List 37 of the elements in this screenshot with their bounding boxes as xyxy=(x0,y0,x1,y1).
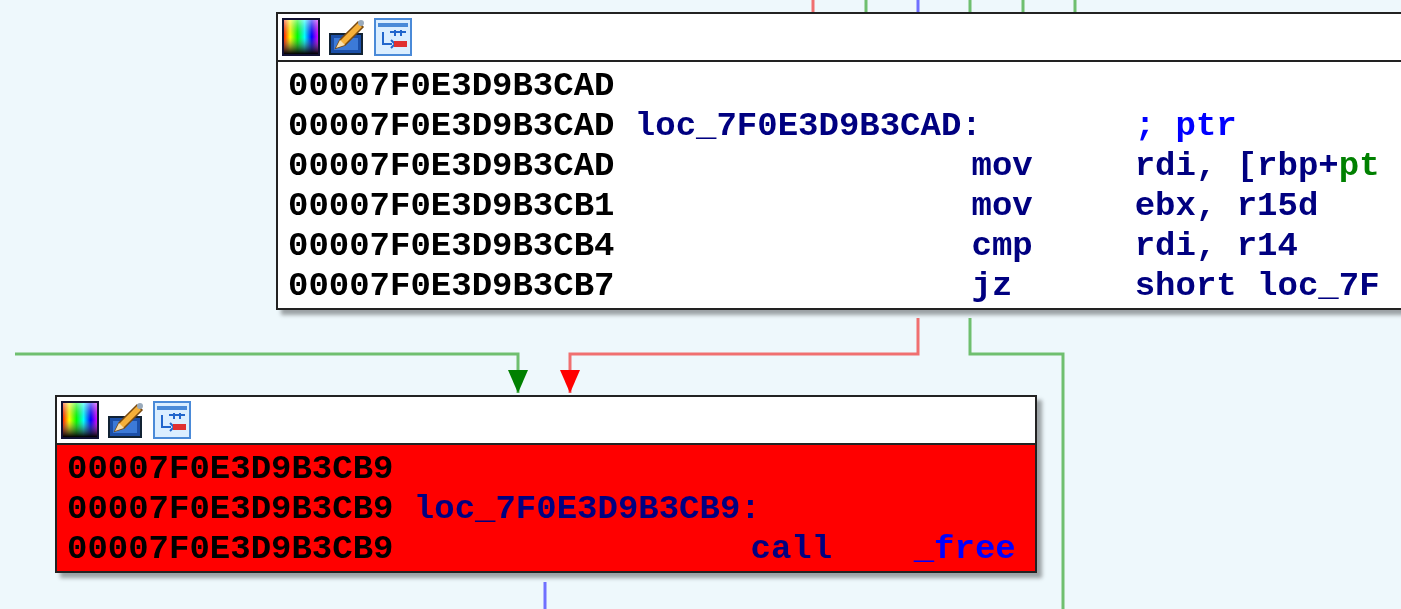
mnemonic-text: cmp xyxy=(971,226,1034,266)
code-block-node[interactable]: 00007F0E3D9B3CB9 00007F0E3D9B3CB9 loc_7F0E3D9B3CB9: 00007F0E3D9B3CB9 call _free xyxy=(55,395,1037,573)
operand-text: _free xyxy=(913,529,1017,569)
graph-flow-icon[interactable] xyxy=(374,18,412,56)
address-text: 00007F0E3D9B3CAD xyxy=(288,106,616,146)
operand-text: rdi, r14 xyxy=(1134,226,1299,266)
flow-edge xyxy=(811,0,815,12)
address-text: 00007F0E3D9B3CB9 xyxy=(67,489,395,529)
pencil-edit-icon[interactable] xyxy=(328,18,366,56)
address-text: 00007F0E3D9B3CB7 xyxy=(288,266,616,306)
flow-edge xyxy=(543,582,547,609)
address-text: 00007F0E3D9B3CB9 xyxy=(67,449,395,489)
graph-flow-icon[interactable] xyxy=(153,401,191,439)
flow-edge xyxy=(1073,0,1077,12)
flow-edge xyxy=(968,0,972,12)
address-text: 00007F0E3D9B3CB9 xyxy=(67,529,395,569)
label-text: loc_7F0E3D9B3CAD: xyxy=(634,106,983,146)
code-block-node[interactable]: 00007F0E3D9B3CAD 00007F0E3D9B3CAD loc_7F0E3D9B3CAD: ; ptr 00007F0E3D9B3CAD mov rdi, [rbp+pt 00007F0E3D9B3CB1 mov ebx, r15d 00007F0E3D9B3CB4 cmp rdi, r14 00007F0E3D9B3CB7 jz short loc_7F xyxy=(276,12,1401,310)
color-palette-icon[interactable] xyxy=(61,401,99,439)
label-text: loc_7F0E3D9B3CB9: xyxy=(413,489,762,529)
address-text: 00007F0E3D9B3CAD xyxy=(288,146,616,186)
flow-edge xyxy=(1021,0,1025,12)
address-text: 00007F0E3D9B3CB1 xyxy=(288,186,616,226)
mnemonic-text: jz xyxy=(971,266,1014,306)
pencil-edit-icon[interactable] xyxy=(107,401,145,439)
mnemonic-text: mov xyxy=(971,146,1034,186)
address-text: 00007F0E3D9B3CAD xyxy=(288,66,616,106)
operand-text: ebx, r15d xyxy=(1134,186,1320,226)
flow-edge xyxy=(864,0,868,12)
operand-text: rdi, [rbp+pt xyxy=(1134,146,1381,186)
comment-text: ; ptr xyxy=(1134,106,1238,146)
color-palette-icon[interactable] xyxy=(282,18,320,56)
address-text: 00007F0E3D9B3CB4 xyxy=(288,226,616,266)
flow-edge xyxy=(916,0,920,12)
mnemonic-text: mov xyxy=(971,186,1034,226)
mnemonic-text: call xyxy=(750,529,834,569)
operand-text: short loc_7F xyxy=(1134,266,1381,306)
